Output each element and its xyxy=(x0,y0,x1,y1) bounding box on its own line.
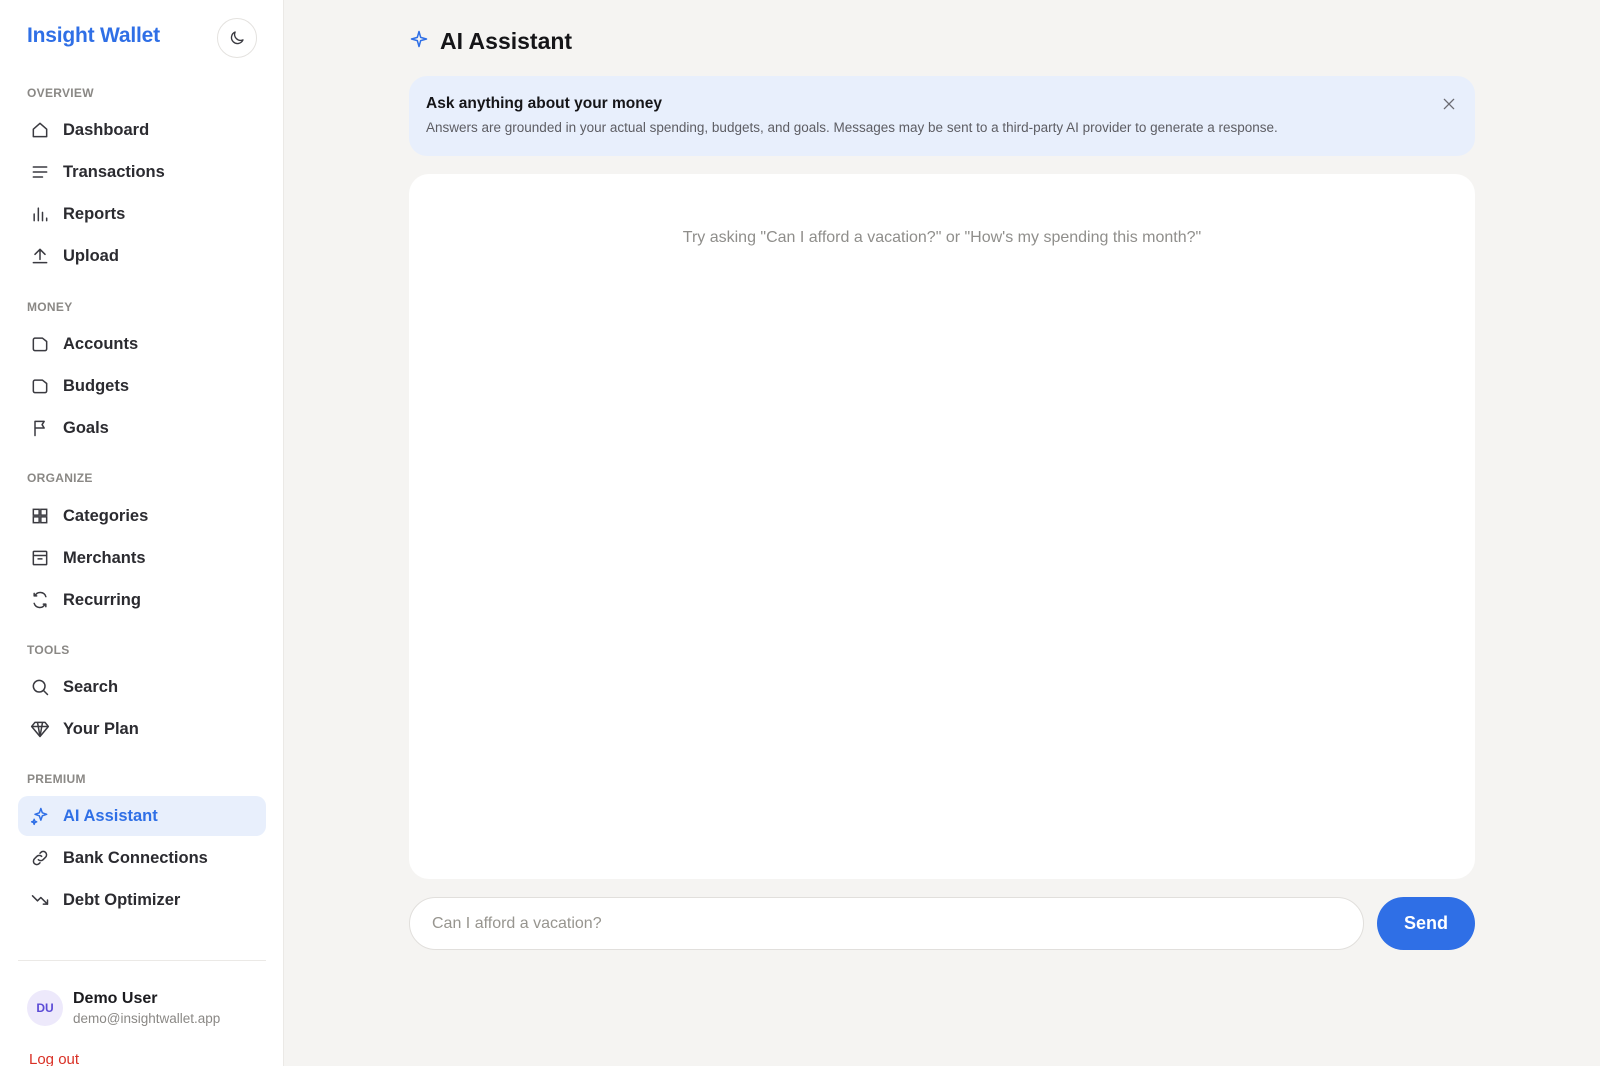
section-label-overview: OVERVIEW xyxy=(27,86,94,100)
wallet-icon xyxy=(30,376,50,396)
close-banner-button[interactable] xyxy=(1437,92,1461,116)
sidebar-item-label: Merchants xyxy=(63,548,146,567)
bar-chart-icon xyxy=(30,204,50,224)
sidebar-item-goals[interactable]: Goals xyxy=(18,408,266,448)
wallet-icon xyxy=(30,334,50,354)
sparkle-icon xyxy=(410,30,428,53)
grid-icon xyxy=(30,506,50,526)
sidebar-item-label: Goals xyxy=(63,418,109,437)
sidebar-item-merchants[interactable]: Merchants xyxy=(18,538,266,578)
sidebar-item-dashboard[interactable]: Dashboard xyxy=(18,110,266,150)
trend-down-icon xyxy=(30,890,50,910)
chat-panel: Try asking "Can I afford a vacation?" or… xyxy=(409,174,1475,879)
section-label-money: MONEY xyxy=(27,300,73,314)
chat-hint: Try asking "Can I afford a vacation?" or… xyxy=(682,229,1202,246)
sidebar-item-label: Budgets xyxy=(63,376,129,395)
moon-icon xyxy=(230,31,244,45)
sidebar-item-label: Search xyxy=(63,677,119,696)
sidebar-item-label: Upload xyxy=(63,246,119,265)
avatar[interactable]: DU xyxy=(27,990,63,1026)
page-header: AI Assistant xyxy=(410,28,572,55)
flag-icon xyxy=(30,418,50,438)
sidebar-item-budgets[interactable]: Budgets xyxy=(18,366,266,406)
section-label-premium: PREMIUM xyxy=(27,772,86,786)
send-button[interactable]: Send xyxy=(1377,897,1475,950)
refresh-icon xyxy=(30,590,50,610)
sidebar-item-label: Recurring xyxy=(63,590,141,609)
sidebar-item-ai-assistant[interactable]: AI Assistant xyxy=(18,796,266,836)
info-banner: Ask anything about your money Answers ar… xyxy=(409,76,1475,156)
theme-toggle-button[interactable] xyxy=(217,18,257,58)
sidebar-item-debt-optimizer[interactable]: Debt Optimizer xyxy=(18,880,266,920)
sparkle-icon xyxy=(30,806,50,826)
sidebar-item-label: Dashboard xyxy=(63,120,150,139)
sidebar-item-accounts[interactable]: Accounts xyxy=(18,324,266,364)
link-icon xyxy=(30,848,50,868)
user-email: demo@insightwallet.app xyxy=(73,1011,221,1026)
sidebar-divider xyxy=(18,960,266,961)
chat-input[interactable] xyxy=(409,897,1364,950)
sidebar-item-reports[interactable]: Reports xyxy=(18,194,266,234)
section-label-tools: TOOLS xyxy=(27,643,70,657)
sidebar: Insight Wallet OVERVIEW Dashboard Transa… xyxy=(0,0,284,1066)
sidebar-item-label: Reports xyxy=(63,204,126,223)
list-icon xyxy=(30,162,50,182)
search-icon xyxy=(30,677,50,697)
upload-icon xyxy=(30,246,50,266)
user-name: Demo User xyxy=(73,990,158,1007)
sidebar-item-search[interactable]: Search xyxy=(18,667,266,707)
sidebar-item-label: Accounts xyxy=(63,334,139,353)
close-icon xyxy=(1443,98,1455,110)
sidebar-item-your-plan[interactable]: Your Plan xyxy=(18,709,266,749)
section-label-organize: ORGANIZE xyxy=(27,471,93,485)
store-icon xyxy=(30,548,50,568)
logout-link[interactable]: Log out xyxy=(29,1051,79,1066)
sidebar-item-label: Debt Optimizer xyxy=(63,890,181,909)
banner-description: Answers are grounded in your actual spen… xyxy=(426,120,1278,135)
sidebar-item-bank-connections[interactable]: Bank Connections xyxy=(18,838,266,878)
sidebar-item-recurring[interactable]: Recurring xyxy=(18,580,266,620)
page-title: AI Assistant xyxy=(440,28,573,54)
sidebar-item-label: Bank Connections xyxy=(63,848,208,867)
diamond-icon xyxy=(30,719,50,739)
sidebar-item-categories[interactable]: Categories xyxy=(18,496,266,536)
sidebar-item-label: AI Assistant xyxy=(63,806,158,825)
sidebar-item-upload[interactable]: Upload xyxy=(18,236,266,276)
home-icon xyxy=(30,120,50,140)
sidebar-item-label: Categories xyxy=(63,506,149,525)
sidebar-item-transactions[interactable]: Transactions xyxy=(18,152,266,192)
banner-title: Ask anything about your money xyxy=(426,95,662,112)
sidebar-item-label: Your Plan xyxy=(63,719,139,738)
sidebar-item-label: Transactions xyxy=(63,162,165,181)
brand-logo[interactable]: Insight Wallet xyxy=(27,24,160,48)
